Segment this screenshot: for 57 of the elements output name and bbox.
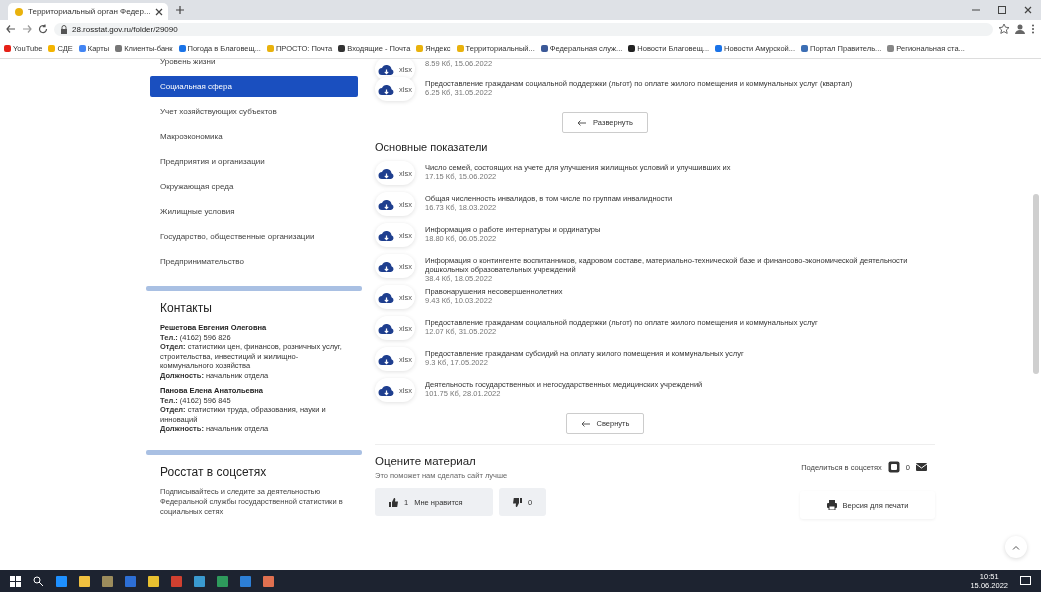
printer-icon (826, 500, 837, 510)
search-icon[interactable] (33, 575, 44, 587)
app-icon[interactable] (79, 575, 90, 587)
app-icon[interactable] (263, 575, 274, 587)
sidebar-item[interactable]: Предпринимательство (150, 251, 358, 272)
notification-icon[interactable] (1020, 576, 1031, 586)
app-icon[interactable] (102, 575, 113, 587)
section-heading: Контакты (160, 301, 213, 315)
kebab-menu-icon[interactable] (1031, 24, 1035, 34)
close-icon[interactable] (1024, 6, 1032, 14)
sidebar-item[interactable]: Жилищные условия (150, 201, 358, 222)
cloud-download-icon (378, 290, 396, 304)
cloud-download-icon (378, 228, 396, 242)
thumbs-down-icon (513, 497, 522, 507)
arrow-icon (577, 118, 588, 127)
sidebar-item[interactable]: Предприятия и организации (150, 151, 358, 172)
sidebar-item[interactable]: Уровень жизни (150, 59, 358, 72)
user-icon[interactable] (1015, 24, 1025, 34)
address-field[interactable]: 28.rosstat.gov.ru/folder/29090 (54, 22, 993, 36)
url-text: 28.rosstat.gov.ru/folder/29090 (72, 24, 178, 34)
sidebar-item[interactable]: Государство, общественные организации (150, 226, 358, 247)
cloud-download-icon (378, 383, 396, 397)
sidebar-item[interactable]: Социальная сфера (150, 76, 358, 97)
sidebar-item[interactable]: Окружающая среда (150, 176, 358, 197)
app-icon[interactable] (194, 575, 205, 587)
arrow-icon (580, 419, 591, 428)
lock-icon (60, 24, 68, 34)
tab-title: Территориальный орган Федер... (28, 7, 151, 16)
cloud-download-icon (378, 259, 396, 273)
app-icon[interactable] (56, 575, 67, 587)
scrollbar[interactable] (1033, 194, 1039, 374)
sidebar-item[interactable]: Учет хозяйствующих субъектов (150, 101, 358, 122)
app-icon[interactable] (217, 575, 228, 587)
sidebar-item[interactable]: Макроэкономика (150, 126, 358, 147)
cloud-download-icon (378, 197, 396, 211)
app-icon[interactable] (148, 575, 159, 587)
star-icon[interactable] (999, 24, 1009, 34)
cloud-download-icon (378, 62, 396, 76)
cloud-download-icon (378, 352, 396, 366)
forward-arrow-icon[interactable] (22, 24, 32, 34)
section-heading: Росстат в соцсетях (160, 464, 268, 479)
back-arrow-icon[interactable] (6, 24, 16, 34)
thumbs-up-icon (389, 497, 398, 507)
windows-start-icon[interactable] (10, 575, 21, 587)
cloud-download-icon (378, 166, 396, 180)
reload-icon[interactable] (38, 24, 48, 34)
app-icon[interactable] (240, 575, 251, 587)
mail-icon[interactable] (916, 462, 927, 472)
rating-heading: Оцените материал (375, 455, 477, 467)
chevron-up-icon (1012, 544, 1020, 550)
close-icon[interactable] (154, 7, 163, 16)
maximize-icon[interactable] (998, 6, 1006, 14)
cloud-download-icon (378, 82, 396, 96)
browser-tab[interactable]: Территориальный орган Федер... (8, 3, 168, 20)
plus-icon[interactable] (176, 6, 184, 14)
section-heading: Основные показатели (375, 141, 489, 153)
cloud-download-icon (378, 321, 396, 335)
